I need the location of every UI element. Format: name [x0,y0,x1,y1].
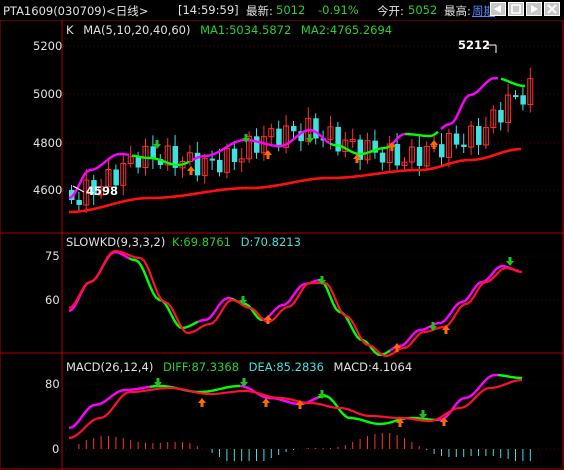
candle-body [254,136,260,153]
candle-body [313,118,319,139]
candle-body [209,158,216,161]
kd-legend: SLOWKD(9,3,3,2) K:69.8761 D:70.8213 [66,235,301,249]
macd-dea-value: DEA:85.2836 [249,360,324,374]
candle-body [231,148,238,162]
kd-k-line [68,250,130,313]
macd-diff-line [239,384,319,406]
macd-diff-line [497,373,523,380]
zoom-button[interactable] [508,2,524,16]
kd-k-line [263,279,319,321]
candle-body [394,144,401,166]
ma1-line [404,130,439,138]
low-label: 4598 [86,184,118,198]
tick-60: 60 [45,293,60,307]
legend-k: K [66,23,74,37]
prev-button[interactable] [490,2,506,16]
candle-body [379,152,386,163]
candle-body [335,126,341,152]
arrow-up-icon [440,417,448,426]
y-tick-labels: 5200 5000 4800 4600 75 60 80 0 [33,39,62,456]
macd-diff-value: DIFF:87.3368 [163,360,239,374]
quote-time: [14:59:59] [178,3,239,17]
candle-body [513,95,519,98]
macd-value: MACD:4.1064 [334,360,413,374]
candle-body [135,156,142,168]
kd-lines [68,250,523,358]
arrow-up-icon [198,398,206,407]
tick-75: 75 [45,249,60,263]
legend-ma1: MA1:5034.5872 [200,23,291,37]
latest-value: 5012 [276,3,306,17]
candle-body [291,126,297,132]
arrow-down-icon [506,257,514,266]
candle-body [439,144,445,158]
latest-label: 最新: [246,4,273,18]
high-label: 5212 [458,38,490,52]
open-label: 今开: [377,4,404,18]
kd-k-line [317,278,391,357]
candlesticks [69,67,534,213]
candle-body [520,95,526,105]
high-label: 最高: [444,4,471,18]
ma1-line [500,77,526,88]
macd-diff-line [68,385,151,430]
main-legend: K MA(5,10,20,40,60) MA1:5034.5872 MA2:47… [66,23,392,37]
candle-body [416,147,423,166]
close-button[interactable] [544,2,560,16]
macd-legend: MACD(26,12,4) DIFF:87.3368 DEA:85.2836 M… [66,360,412,374]
legend-ma: MA(5,10,20,40,60) [83,23,190,37]
tick-4600: 4600 [33,183,62,197]
tick-5000: 5000 [33,87,62,101]
candle-body [276,128,282,148]
tick-80: 80 [45,377,60,391]
legend-ma2: MA2:4765.2694 [301,23,392,37]
kd-k-value: K:69.8761 [172,235,231,249]
arrow-up-icon [430,140,438,149]
ma1-line [440,76,499,130]
next-button[interactable] [526,2,542,16]
candle-body [217,159,223,173]
candle-body [461,144,467,147]
tick-0: 0 [52,442,59,456]
high-annotation: 5212 [458,38,497,53]
quote-bar: PTA1609(030709)<日线> [14:59:59] 最新: 5012 … [0,0,564,20]
kd-title: SLOWKD(9,3,3,2) [66,235,165,249]
stock-chart-window: PTA1609(030709)<日线> [14:59:59] 最新: 5012 … [0,0,564,470]
arrow-down-icon [306,134,314,143]
kd-k-line [197,296,232,323]
arrow-up-icon [187,166,195,175]
open-value: 5052 [408,3,438,17]
arrow-up-icon [393,343,401,352]
kd-d-value: D:70.8213 [241,235,301,249]
candle-body [453,133,460,145]
stock-title: PTA1609(030709)<日线> [3,4,149,18]
kd-k-line [128,257,199,330]
arrow-right-icon [531,5,538,13]
candle-body [76,200,82,205]
arrow-left-icon [494,5,501,13]
candle-body [498,110,504,123]
kd-d-line [68,250,523,358]
arrow-up-icon [262,398,270,407]
restore-icon [511,4,521,14]
macd-title: MACD(26,12,4) [66,360,153,374]
kd-k-line [389,264,520,352]
tick-4800: 4800 [33,136,62,150]
chart-area: 5200 5000 4800 4600 75 60 80 0 K MA(5,10… [0,20,564,470]
macd-histogram [78,433,531,461]
arrow-up-icon [264,150,272,159]
tick-5200: 5200 [33,39,62,53]
candle-body [113,169,119,186]
arrow-up-icon [264,315,272,324]
candle-body [476,126,482,145]
close-icon [547,4,557,14]
change-percent: -0.91% [318,3,359,17]
